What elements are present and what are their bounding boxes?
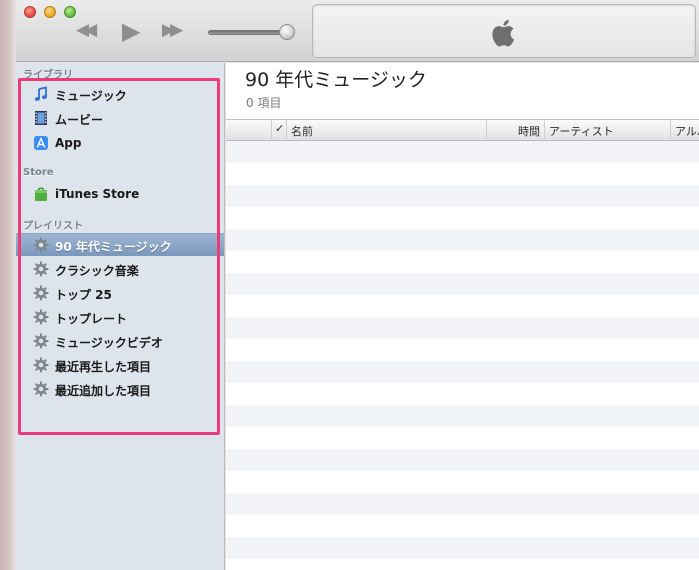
sidebar-item-itunes-store[interactable]: iTunes Store [16, 183, 224, 206]
sidebar-item-90s-music[interactable]: 90 年代ミュージック [16, 233, 224, 256]
sidebar-item-label: 最近再生した項目 [55, 360, 152, 374]
section-heading-playlists: プレイリスト [23, 221, 83, 232]
column-header-name[interactable]: 名前 [286, 120, 486, 141]
fast-forward-icon[interactable]: ▶▶ [162, 20, 183, 40]
sidebar-item-recently-played[interactable]: 最近再生した項目 [16, 354, 224, 377]
smart-playlist-gear-icon [33, 333, 49, 349]
empty-row [226, 229, 699, 251]
sidebar-item-label: App [55, 136, 82, 150]
empty-row [226, 427, 699, 449]
sidebar-item-label: トップ 25 [55, 288, 112, 302]
rewind-icon[interactable]: ◀◀ [76, 20, 97, 40]
sidebar-item-label: ミュージック [55, 89, 127, 103]
sidebar-item-label: ムービー [55, 113, 104, 127]
column-header-time[interactable]: 時間 [486, 120, 544, 141]
sidebar-item-top-rated[interactable]: トップレート [16, 306, 224, 329]
empty-row [226, 339, 699, 361]
app-store-icon [33, 135, 49, 151]
store-bag-icon [33, 186, 49, 202]
empty-row [226, 559, 699, 570]
sidebar-item-app[interactable]: App [16, 132, 224, 155]
empty-row [226, 471, 699, 493]
smart-playlist-gear-icon [33, 285, 49, 301]
empty-row [226, 537, 699, 559]
empty-row [226, 141, 699, 163]
toolbar: ◀◀ ▶ ▶▶ [16, 0, 699, 62]
track-list[interactable] [226, 141, 699, 570]
film-icon [33, 110, 49, 126]
empty-row [226, 163, 699, 185]
section-heading-library: ライブラリ [23, 70, 73, 81]
volume-knob[interactable] [279, 24, 295, 40]
close-window-button[interactable] [24, 6, 36, 18]
empty-row [226, 493, 699, 515]
sidebar: ライブラリ ミュージック ムービー App Store iTunes Store… [16, 63, 225, 570]
smart-playlist-gear-icon [33, 381, 49, 397]
status-display [312, 4, 696, 58]
empty-row [226, 207, 699, 229]
column-header-check[interactable]: ✓ [271, 120, 286, 141]
page-title: 90 年代ミュージック [245, 69, 427, 91]
main-content: 90 年代ミュージック 0 項目 ✓ 名前 時間 アーティスト アルバム [226, 63, 699, 570]
empty-row [226, 405, 699, 427]
play-icon[interactable]: ▶ [122, 17, 140, 45]
smart-playlist-gear-icon [33, 309, 49, 325]
empty-row [226, 273, 699, 295]
sidebar-item-top-25[interactable]: トップ 25 [16, 282, 224, 305]
empty-row [226, 383, 699, 405]
sidebar-item-label: ミュージックビデオ [55, 336, 163, 350]
smart-playlist-gear-icon [33, 357, 49, 373]
empty-row [226, 449, 699, 471]
smart-playlist-gear-icon [33, 237, 49, 253]
column-header-bar: ✓ 名前 時間 アーティスト アルバム [226, 119, 699, 141]
column-header-artist[interactable]: アーティスト [544, 120, 670, 141]
empty-row [226, 251, 699, 273]
music-note-icon [33, 86, 49, 102]
sidebar-item-music[interactable]: ミュージック [16, 83, 224, 106]
empty-row [226, 185, 699, 207]
empty-row [226, 317, 699, 339]
sidebar-item-recently-added[interactable]: 最近追加した項目 [16, 378, 224, 401]
sidebar-item-music-videos[interactable]: ミュージックビデオ [16, 330, 224, 353]
empty-row [226, 295, 699, 317]
empty-row [226, 361, 699, 383]
sidebar-item-label: クラシック音楽 [55, 264, 139, 278]
empty-row [226, 515, 699, 537]
apple-icon [491, 17, 519, 49]
item-count: 0 項目 [246, 96, 282, 110]
zoom-window-button[interactable] [64, 6, 76, 18]
column-header-album[interactable]: アルバム [670, 120, 699, 141]
sidebar-item-classical[interactable]: クラシック音楽 [16, 258, 224, 281]
minimize-window-button[interactable] [44, 6, 56, 18]
sidebar-item-label: トップレート [55, 312, 128, 326]
sidebar-item-label: 最近追加した項目 [55, 384, 152, 398]
volume-slider[interactable] [208, 30, 290, 35]
sidebar-item-movies[interactable]: ムービー [16, 107, 224, 130]
sidebar-item-label: iTunes Store [55, 187, 140, 201]
sidebar-item-label: 90 年代ミュージック [55, 240, 172, 254]
smart-playlist-gear-icon [33, 261, 49, 277]
section-heading-store: Store [23, 167, 54, 178]
